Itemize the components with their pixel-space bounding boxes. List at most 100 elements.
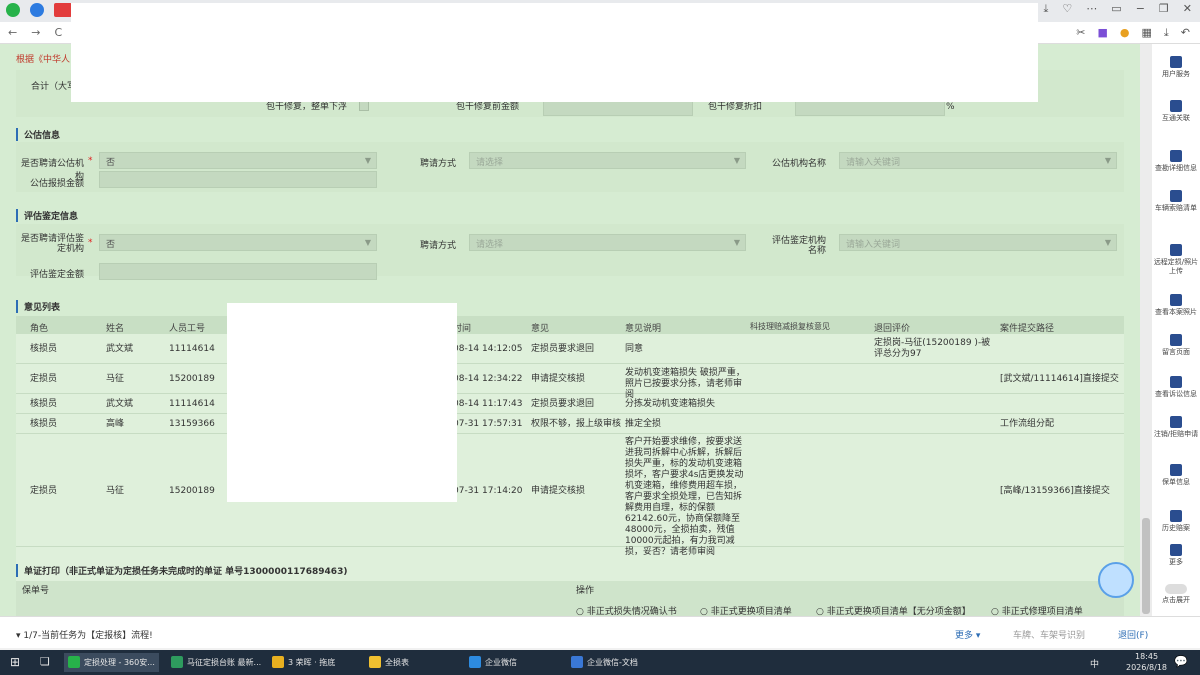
- print-option-radio[interactable]: ○ 非正式修理项目清单: [991, 604, 1083, 616]
- right-sidebar-item[interactable]: 互通关联: [1152, 100, 1200, 123]
- right-sidebar-item[interactable]: 更多: [1152, 544, 1200, 567]
- cell-name: 马征: [106, 485, 125, 496]
- tab-favicon-icon[interactable]: [30, 3, 44, 17]
- public-eval-org-select[interactable]: 请输入关键词 ▼: [839, 152, 1117, 169]
- right-sidebar-item[interactable]: 保单信息: [1152, 464, 1200, 487]
- sidebar-item-icon: [1170, 376, 1182, 388]
- sidebar-item-label: 查看诉讼信息: [1155, 390, 1197, 398]
- redaction-mask: [227, 303, 457, 502]
- table-row[interactable]: 核损员 武文斌 11114614 08-14 11:17:43 定损员要求退回 分拣发动机…: [16, 394, 1124, 414]
- right-sidebar-item[interactable]: 留言页面: [1152, 334, 1200, 357]
- taskbar-app[interactable]: 企业微信-文档: [567, 653, 642, 672]
- taskbar-app[interactable]: 3 荣晖 · 拖底: [268, 653, 339, 672]
- sidebar-item-icon: [1170, 464, 1182, 476]
- cell-opinion: 申请提交核损: [531, 374, 586, 384]
- required-marker: *: [88, 238, 93, 248]
- public-eval-amount-field[interactable]: [99, 171, 377, 188]
- radio-icon[interactable]: ○: [700, 607, 711, 616]
- print-option-label: 非正式修理项目清单: [1001, 607, 1083, 616]
- right-sidebar-item[interactable]: 注销/拒赔申请: [1152, 416, 1200, 439]
- plate-search-input[interactable]: 车牌、车架号识别: [1013, 628, 1085, 641]
- favorite-icon[interactable]: ♡: [1062, 2, 1072, 16]
- tab-favicon-icon[interactable]: [54, 3, 72, 17]
- more-button[interactable]: 更多 ▾: [955, 628, 980, 641]
- taskbar-app-label: 企业微信: [485, 658, 517, 667]
- print-option-radio[interactable]: ○ 非正式更换项目清单: [700, 604, 792, 616]
- game-icon[interactable]: ●: [1120, 26, 1130, 40]
- sidebar-item-icon: [1170, 416, 1182, 428]
- assess-hire-select[interactable]: 否 ▼: [99, 234, 377, 251]
- cell-time: 07-31 17:14:20: [453, 485, 523, 496]
- sidebar-item-label: 远程定损/照片上传: [1153, 258, 1199, 275]
- table-row[interactable]: 核损员 高峰 13159366 07-31 17:57:31 权限不够，报上级审核 推定全…: [16, 414, 1124, 434]
- download-icon[interactable]: ⤓: [1164, 26, 1169, 40]
- notification-icon[interactable]: 💬: [1174, 655, 1188, 668]
- radio-icon[interactable]: ○: [816, 607, 827, 616]
- taskbar-app[interactable]: 定损处理 - 360安...: [64, 653, 159, 672]
- header-text: 根据《中华人: [16, 55, 71, 65]
- cell-opinion: 定损员要求退回: [531, 399, 595, 409]
- right-sidebar-item[interactable]: 车辆索赔清单: [1152, 190, 1200, 213]
- radio-icon[interactable]: ○: [576, 607, 587, 616]
- cell-eval: 定损岗-马征(15200189 )-被评总分为97: [874, 338, 991, 359]
- right-sidebar-item[interactable]: 查看诉讼信息: [1152, 376, 1200, 399]
- cut-icon[interactable]: ✂: [1076, 26, 1085, 40]
- public-eval-mode-label: 聘请方式: [419, 159, 456, 169]
- scrollbar-thumb[interactable]: [1142, 518, 1150, 614]
- right-sidebar-item[interactable]: 查看本案照片: [1152, 294, 1200, 317]
- maximize-icon[interactable]: ❐: [1159, 2, 1169, 16]
- print-option-radio[interactable]: ○ 非正式损失情况确认书: [576, 604, 677, 616]
- assess-org-select[interactable]: 请输入关键词 ▼: [839, 234, 1117, 251]
- app-icon: [68, 656, 80, 668]
- taskbar-app[interactable]: 全损表: [365, 653, 413, 672]
- public-eval-hire-select[interactable]: 否 ▼: [99, 152, 377, 169]
- taskbar-app[interactable]: 马征定损台账 最新...: [167, 653, 265, 672]
- print-col-action: 操作: [576, 586, 595, 596]
- menu-icon[interactable]: ⋯: [1086, 2, 1097, 16]
- ime-indicator[interactable]: 中: [1090, 657, 1099, 670]
- browser-logo-icon[interactable]: [6, 3, 20, 17]
- right-sidebar-item[interactable]: 用户服务: [1152, 56, 1200, 79]
- undo-icon[interactable]: ↶: [1181, 26, 1190, 40]
- percent-unit: %: [946, 102, 955, 112]
- col-review: 科技理赔减损复核意见: [750, 322, 830, 331]
- assess-mode-label: 聘请方式: [419, 241, 456, 251]
- task-view-icon[interactable]: ❏: [40, 655, 50, 668]
- table-row[interactable]: 定损员 马征 15200189 08-14 12:34:22 申请提交核损 发动机变速箱损…: [16, 364, 1124, 400]
- forward-icon[interactable]: →: [31, 26, 40, 39]
- right-sidebar-item[interactable]: 历史赔案: [1152, 510, 1200, 533]
- right-sidebar-item[interactable]: 查勘详细信息: [1152, 150, 1200, 173]
- main-scrollbar[interactable]: [1140, 44, 1152, 616]
- restore-icon[interactable]: ▭: [1111, 2, 1121, 16]
- assistant-robot-icon[interactable]: [1098, 562, 1134, 598]
- print-option-radio[interactable]: ○ 非正式更换项目清单【无分项金额】: [816, 604, 971, 616]
- app-icon: [369, 656, 381, 668]
- table-row[interactable]: 核损员 武文斌 11114614 08-14 14:12:05 定损员要求退回 同意 定损岗…: [16, 334, 1124, 364]
- close-icon[interactable]: ✕: [1183, 2, 1192, 16]
- taskbar-app[interactable]: 企业微信: [465, 653, 521, 672]
- sidebar-item-label: 用户服务: [1162, 70, 1190, 78]
- apps-icon[interactable]: ▦: [1142, 26, 1152, 40]
- start-icon[interactable]: ⊞: [10, 655, 20, 669]
- assess-amount-field[interactable]: [99, 263, 377, 280]
- table-row[interactable]: 定损员 马征 15200189 07-31 17:14:20 申请提交核损 客户开始要求维…: [16, 434, 1124, 557]
- reload-icon[interactable]: C: [54, 26, 62, 39]
- back-icon[interactable]: ←: [8, 26, 17, 39]
- radio-icon[interactable]: ○: [991, 607, 1002, 616]
- clock[interactable]: 18:45 2026/8/18: [1126, 651, 1167, 673]
- app-icon: [469, 656, 481, 668]
- package-repair-checkbox[interactable]: [359, 101, 369, 111]
- cell-name: 马征: [106, 374, 125, 384]
- back-button[interactable]: 退回(F): [1118, 628, 1148, 641]
- extension-icon[interactable]: ■: [1097, 26, 1107, 40]
- cell-time: 08-14 11:17:43: [453, 399, 523, 409]
- print-col-policy: 保单号: [22, 586, 50, 596]
- right-sidebar-item[interactable]: 点击展开: [1152, 584, 1200, 605]
- public-eval-mode-select[interactable]: 请选择 ▼: [469, 152, 746, 169]
- download-icon[interactable]: ⤓: [1044, 2, 1049, 16]
- table-header: 角色 姓名 人员工号 时间 意见 意见说明 科技理赔减损复核意见 退回评价 案件…: [16, 316, 1124, 334]
- assess-mode-select[interactable]: 请选择 ▼: [469, 234, 746, 251]
- app-icon: [272, 656, 284, 668]
- right-sidebar-item[interactable]: 远程定损/照片上传: [1152, 244, 1200, 276]
- minimize-icon[interactable]: −: [1136, 2, 1145, 16]
